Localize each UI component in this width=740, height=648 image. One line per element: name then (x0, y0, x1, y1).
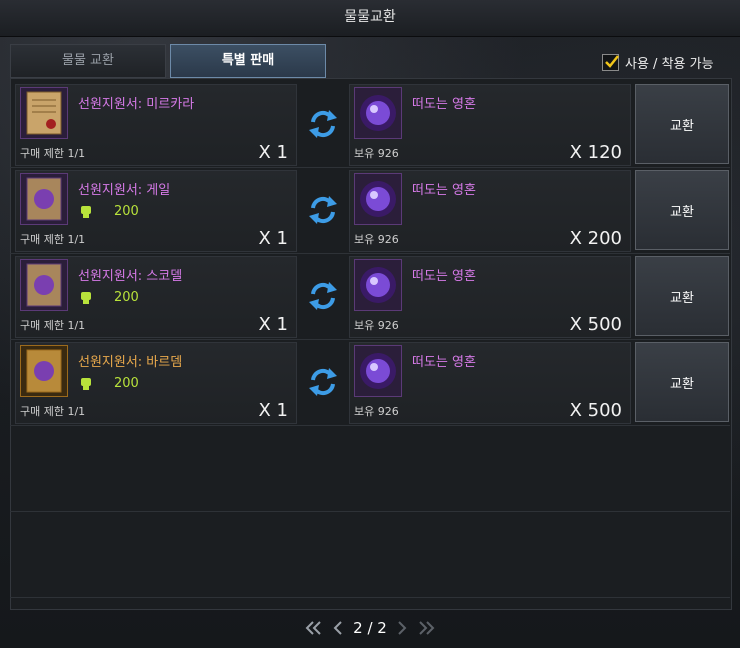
give-item-slot[interactable]: 선원지원서: 게일 200 구매 제한 1/1 X 1 (15, 170, 297, 252)
row-divider (10, 339, 730, 340)
prev-page-icon[interactable] (331, 620, 345, 636)
bonus-value: 200 (114, 289, 139, 305)
tab-special-sale[interactable]: 특별 판매 (170, 44, 326, 78)
fist-icon (81, 378, 91, 390)
give-item-qty: X 1 (258, 228, 288, 249)
purchase-limit: 구매 제한 1/1 (20, 147, 86, 160)
row-divider (10, 597, 730, 598)
get-item-qty: X 120 (569, 142, 622, 163)
exchange-button[interactable]: 교환 (635, 342, 729, 422)
owned-count: 보유 926 (354, 233, 399, 246)
give-item-qty: X 1 (258, 142, 288, 163)
fist-icon (81, 292, 91, 304)
tab-barter[interactable]: 물물 교환 (10, 44, 166, 78)
get-item-slot[interactable]: 떠도는 영혼 보유 926 X 500 (349, 342, 631, 424)
get-item-slot[interactable]: 떠도는 영혼 보유 926 X 200 (349, 170, 631, 252)
owned-count: 보유 926 (354, 147, 399, 160)
trade-window: 물물교환 물물 교환 특별 판매 사용 / 착용 가능 선원지원서: 미르카라 (0, 0, 740, 648)
recruit-card-icon (20, 345, 68, 397)
swap-arrows-icon (309, 282, 337, 310)
get-item-name: 떠도는 영혼 (412, 97, 476, 112)
bonus-value: 200 (114, 375, 139, 391)
checkmark-icon (605, 54, 619, 68)
give-item-name: 선원지원서: 바르뎀 (78, 355, 183, 370)
pagination: 2 / 2 (0, 612, 740, 644)
give-item-qty: X 1 (258, 314, 288, 335)
last-page-icon[interactable] (417, 620, 437, 636)
give-item-slot[interactable]: 선원지원서: 바르뎀 200 구매 제한 1/1 X 1 (15, 342, 297, 424)
usable-filter-label: 사용 / 착용 가능 (625, 56, 714, 72)
wandering-soul-icon (354, 173, 402, 225)
swap-arrows-icon (309, 368, 337, 396)
next-page-icon[interactable] (395, 620, 409, 636)
get-item-qty: X 500 (569, 400, 622, 421)
get-item-slot[interactable]: 떠도는 영혼 보유 926 X 500 (349, 256, 631, 338)
trade-row: 선원지원서: 게일 200 구매 제한 1/1 X 1 떠도는 영혼 보유 92… (15, 170, 729, 252)
trade-row: 선원지원서: 스코델 200 구매 제한 1/1 X 1 떠도는 영혼 보유 9… (15, 256, 729, 338)
trade-row: 선원지원서: 미르카라 구매 제한 1/1 X 1 떠도는 영혼 보유 926 … (15, 84, 729, 166)
wandering-soul-icon (354, 87, 402, 139)
swap-arrows-icon (309, 196, 337, 224)
wandering-soul-icon (354, 259, 402, 311)
row-divider (10, 167, 730, 168)
get-item-slot[interactable]: 떠도는 영혼 보유 926 X 120 (349, 84, 631, 166)
usable-filter[interactable]: 사용 / 착용 가능 (602, 52, 714, 72)
page-indicator: 2 / 2 (353, 619, 387, 637)
give-item-slot[interactable]: 선원지원서: 스코델 200 구매 제한 1/1 X 1 (15, 256, 297, 338)
give-item-qty: X 1 (258, 400, 288, 421)
exchange-button[interactable]: 교환 (635, 84, 729, 164)
scroll-icon (20, 87, 68, 139)
owned-count: 보유 926 (354, 319, 399, 332)
get-item-qty: X 500 (569, 314, 622, 335)
bonus-value: 200 (114, 203, 139, 219)
swap-arrows-icon (309, 110, 337, 138)
wandering-soul-icon (354, 345, 402, 397)
exchange-button[interactable]: 교환 (635, 170, 729, 250)
recruit-card-icon (20, 259, 68, 311)
window-title: 물물교환 (0, 0, 740, 37)
give-item-slot[interactable]: 선원지원서: 미르카라 구매 제한 1/1 X 1 (15, 84, 297, 166)
trade-row: 선원지원서: 바르뎀 200 구매 제한 1/1 X 1 떠도는 영혼 보유 9… (15, 342, 729, 424)
give-item-name: 선원지원서: 스코델 (78, 269, 183, 284)
purchase-limit: 구매 제한 1/1 (20, 319, 86, 332)
row-divider (10, 511, 730, 512)
bonus-stat: 200 (78, 375, 139, 391)
owned-count: 보유 926 (354, 405, 399, 418)
get-item-name: 떠도는 영혼 (412, 183, 476, 198)
purchase-limit: 구매 제한 1/1 (20, 405, 86, 418)
bonus-stat: 200 (78, 289, 139, 305)
first-page-icon[interactable] (303, 620, 323, 636)
usable-filter-checkbox[interactable] (602, 53, 619, 71)
bonus-stat: 200 (78, 203, 139, 219)
purchase-limit: 구매 제한 1/1 (20, 233, 86, 246)
give-item-name: 선원지원서: 미르카라 (78, 97, 195, 112)
get-item-name: 떠도는 영혼 (412, 355, 476, 370)
fist-icon (81, 206, 91, 218)
recruit-card-icon (20, 173, 68, 225)
get-item-name: 떠도는 영혼 (412, 269, 476, 284)
row-divider (10, 425, 730, 426)
row-divider (10, 253, 730, 254)
give-item-name: 선원지원서: 게일 (78, 183, 171, 198)
get-item-qty: X 200 (569, 228, 622, 249)
exchange-button[interactable]: 교환 (635, 256, 729, 336)
